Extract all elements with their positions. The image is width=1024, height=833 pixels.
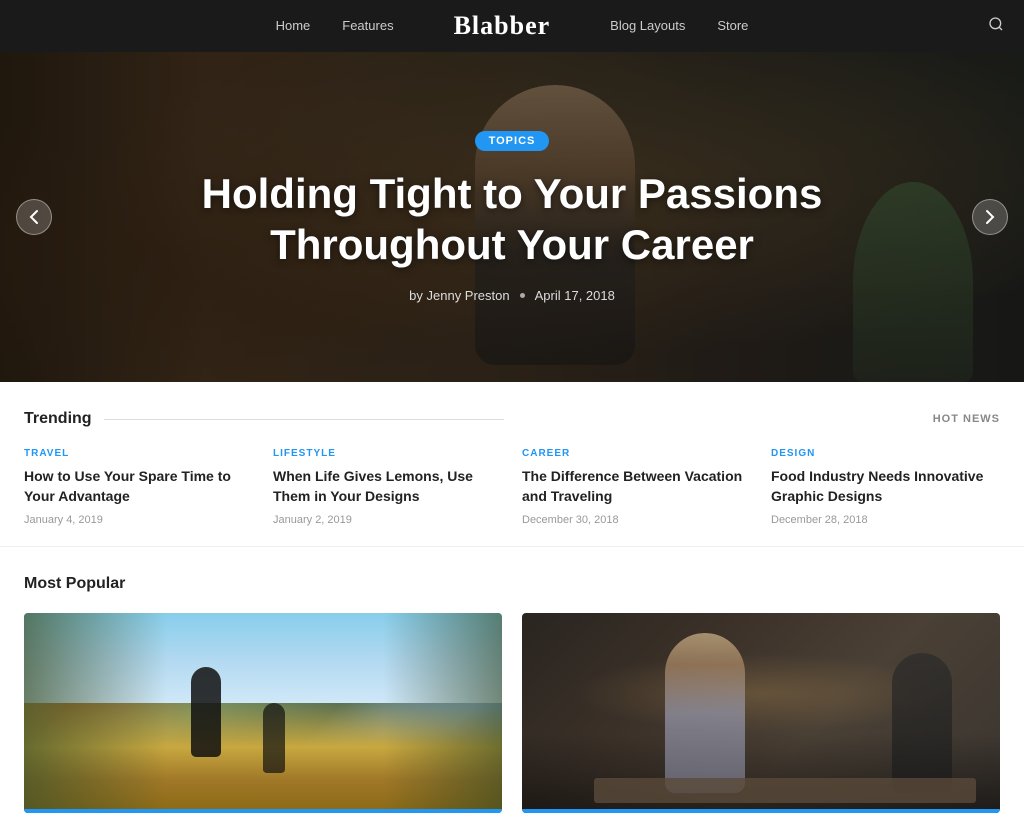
workshop-person-1 [665,633,745,793]
nav-home[interactable]: Home [276,18,311,33]
trending-category-1: TRAVEL [24,448,253,459]
trending-title-1: How to Use Your Spare Time to Your Advan… [24,467,253,506]
popular-card-running[interactable] [24,613,502,813]
card-vegetation-left [24,613,167,813]
hero-slider: TOPICS Holding Tight to Your Passions Th… [0,52,1024,382]
nav-links: Home Features Blabber Blog Layouts Store [276,11,749,41]
trending-date-1: January 4, 2019 [24,514,253,526]
search-icon[interactable] [988,16,1004,37]
trending-card-1[interactable]: TRAVEL How to Use Your Spare Time to You… [24,448,253,526]
hot-news-label: HOT NEWS [933,413,1000,425]
trending-date-4: December 28, 2018 [771,514,1000,526]
nav-store[interactable]: Store [717,18,748,33]
trending-category-4: DESIGN [771,448,1000,459]
trending-card-2[interactable]: LIFESTYLE When Life Gives Lemons, Use Th… [273,448,502,526]
trending-section-title: Trending [24,410,504,428]
trending-title-2: When Life Gives Lemons, Use Them in Your… [273,467,502,506]
runner-figure-2 [263,703,285,773]
hero-author: by Jenny Preston [409,288,509,303]
site-logo[interactable]: Blabber [454,11,551,40]
workshop-person-2 [892,653,952,793]
navbar: Home Features Blabber Blog Layouts Store [0,0,1024,52]
hero-meta: by Jenny Preston April 17, 2018 [100,288,924,303]
runner-figure-1 [191,667,221,757]
popular-card-bar-1 [24,809,502,813]
card-vegetation-right [383,613,503,813]
trending-section: Trending HOT NEWS TRAVEL How to Use Your… [0,382,1024,547]
popular-grid [24,613,1000,813]
trending-card-3[interactable]: CAREER The Difference Between Vacation a… [522,448,751,526]
trending-category-3: CAREER [522,448,751,459]
trending-category-2: LIFESTYLE [273,448,502,459]
hero-meta-separator [520,293,525,298]
slider-prev-button[interactable] [16,199,52,235]
popular-card-bar-2 [522,809,1000,813]
hero-content: TOPICS Holding Tight to Your Passions Th… [0,131,1024,303]
nav-blog-layouts[interactable]: Blog Layouts [610,18,685,33]
trending-title-4: Food Industry Needs Innovative Graphic D… [771,467,1000,506]
nav-features[interactable]: Features [342,18,393,33]
popular-card-workshop[interactable] [522,613,1000,813]
trending-grid: TRAVEL How to Use Your Spare Time to You… [24,448,1000,526]
trending-card-4[interactable]: DESIGN Food Industry Needs Innovative Gr… [771,448,1000,526]
slider-next-button[interactable] [972,199,1008,235]
trending-date-3: December 30, 2018 [522,514,751,526]
trending-header: Trending HOT NEWS [24,410,1000,428]
popular-section-title: Most Popular [24,575,1000,593]
trending-date-2: January 2, 2019 [273,514,502,526]
trending-title-3: The Difference Between Vacation and Trav… [522,467,751,506]
hero-topic-badge[interactable]: TOPICS [475,131,550,151]
hero-date: April 17, 2018 [535,288,615,303]
popular-section: Most Popular [0,547,1024,833]
hero-title: Holding Tight to Your Passions Throughou… [100,169,924,270]
